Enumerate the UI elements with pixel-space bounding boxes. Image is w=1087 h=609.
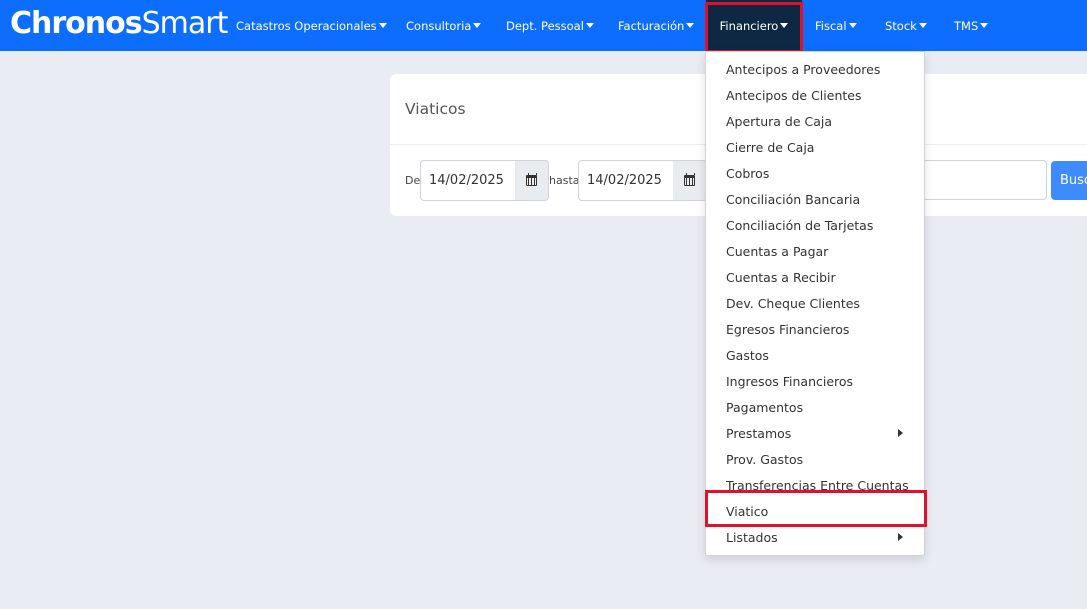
menu-item-label: Ingresos Financieros (726, 373, 854, 389)
menu-item-label: Cierre de Caja (726, 139, 815, 155)
menu-item-viatico[interactable]: Viatico (706, 498, 924, 524)
menu-item-label: Egresos Financieros (726, 321, 850, 337)
menu-item-cierre-caja[interactable]: Cierre de Caja (706, 134, 924, 160)
menu-item-label: Listados (726, 529, 778, 545)
logo-light-text: Smart (141, 6, 229, 41)
menu-item-label: Prestamos (726, 425, 792, 441)
caret-right-icon (898, 429, 903, 437)
menu-item-ingresos-financieros[interactable]: Ingresos Financieros (706, 368, 924, 394)
menu-item-prestamos[interactable]: Prestamos (706, 420, 924, 446)
caret-down-icon (686, 23, 695, 28)
menu-item-label: Cuentas a Pagar (726, 243, 829, 259)
caret-down-icon (980, 23, 989, 28)
menu-item-antecipos-clientes[interactable]: Antecipos de Clientes (706, 82, 924, 108)
calendar-icon (526, 173, 537, 186)
caret-down-icon (848, 23, 857, 28)
nav-label: Fiscal (815, 18, 847, 33)
financiero-dropdown-menu: Antecipos a Proveedores Antecipos de Cli… (705, 51, 925, 556)
nav-facturacion[interactable]: Facturación (618, 0, 695, 51)
nav-label: TMS (954, 18, 979, 33)
logo-bold-text: Chronos (10, 6, 143, 41)
calendar-icon (684, 173, 695, 186)
caret-right-icon (898, 533, 903, 541)
nav-label: Financiero (719, 18, 779, 33)
caret-down-icon (918, 23, 927, 28)
menu-item-label: Cobros (726, 165, 770, 181)
nav-consultoria[interactable]: Consultoria (406, 0, 482, 51)
menu-item-label: Gastos (726, 347, 769, 363)
nav-label: Catastros Operacionales (236, 18, 377, 33)
menu-item-label: Antecipos de Clientes (726, 87, 862, 103)
search-button[interactable]: Busc (1051, 161, 1087, 200)
nav-label: Stock (885, 18, 917, 33)
menu-item-transferencias-entre-cuentas[interactable]: Transferencias Entre Cuentas (706, 472, 924, 498)
menu-item-label: Conciliación de Tarjetas (726, 217, 874, 233)
menu-item-cuentas-recibir[interactable]: Cuentas a Recibir (706, 264, 924, 290)
menu-item-label: Transferencias Entre Cuentas (726, 477, 909, 493)
nav-catastros-operacionales[interactable]: Catastros Operacionales (236, 0, 387, 51)
menu-item-apertura-caja[interactable]: Apertura de Caja (706, 108, 924, 134)
top-navbar: ChronosSmart Catastros Operacionales Con… (0, 0, 1087, 51)
page-title: Viaticos (405, 100, 466, 118)
caret-down-icon (378, 23, 387, 28)
from-label: De (405, 174, 421, 187)
from-calendar-button[interactable] (515, 160, 549, 201)
nav-fiscal[interactable]: Fiscal (815, 0, 857, 51)
caret-down-icon (473, 23, 482, 28)
nav-label: Dept. Pessoal (506, 18, 584, 33)
menu-item-conciliacion-tarjetas[interactable]: Conciliación de Tarjetas (706, 212, 924, 238)
menu-item-label: Dev. Cheque Clientes (726, 295, 860, 311)
menu-item-label: Cuentas a Recibir (726, 269, 836, 285)
from-date-input[interactable]: 14/02/2025 (420, 160, 516, 201)
menu-item-label: Apertura de Caja (726, 113, 833, 129)
menu-item-pagamentos[interactable]: Pagamentos (706, 394, 924, 420)
menu-item-label: Pagamentos (726, 399, 804, 415)
brand-logo[interactable]: ChronosSmart (10, 6, 229, 42)
menu-item-conciliacion-bancaria[interactable]: Conciliación Bancaria (706, 186, 924, 212)
menu-item-label: Conciliación Bancaria (726, 191, 861, 207)
menu-item-label: Antecipos a Proveedores (726, 61, 881, 77)
to-date-input[interactable]: 14/02/2025 (578, 160, 674, 201)
to-calendar-button[interactable] (673, 160, 707, 201)
filter-input[interactable] (924, 160, 1047, 200)
caret-down-icon (585, 23, 594, 28)
nav-label: Consultoria (406, 18, 472, 33)
nav-financiero[interactable]: Financiero (706, 0, 802, 51)
nav-label: Facturación (618, 18, 685, 33)
menu-item-egresos-financieros[interactable]: Egresos Financieros (706, 316, 924, 342)
caret-down-icon (780, 23, 789, 28)
to-label: hasta (549, 174, 580, 187)
menu-item-dev-cheque-clientes[interactable]: Dev. Cheque Clientes (706, 290, 924, 316)
nav-tms[interactable]: TMS (954, 0, 989, 51)
menu-item-label: Viatico (726, 503, 769, 519)
menu-item-listados[interactable]: Listados (706, 524, 924, 550)
menu-item-gastos[interactable]: Gastos (706, 342, 924, 368)
nav-dept-pessoal[interactable]: Dept. Pessoal (506, 0, 594, 51)
nav-stock[interactable]: Stock (885, 0, 927, 51)
menu-item-label: Prov. Gastos (726, 451, 804, 467)
menu-item-cobros[interactable]: Cobros (706, 160, 924, 186)
menu-item-cuentas-pagar[interactable]: Cuentas a Pagar (706, 238, 924, 264)
menu-item-antecipos-proveedores[interactable]: Antecipos a Proveedores (706, 56, 924, 82)
menu-item-prov-gastos[interactable]: Prov. Gastos (706, 446, 924, 472)
